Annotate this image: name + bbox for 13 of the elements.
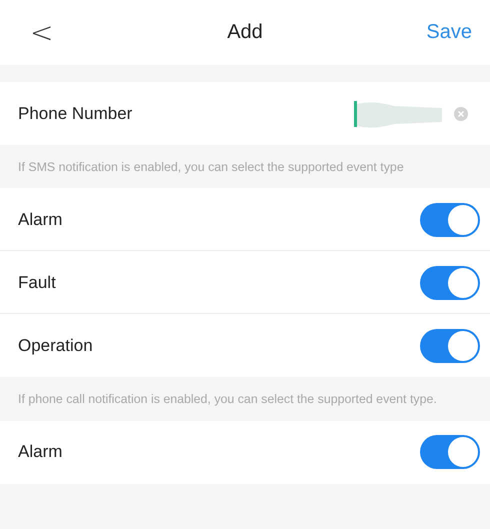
option-label: Fault [18, 272, 56, 293]
field-label: Phone Number [18, 104, 132, 124]
back-button[interactable]: < [22, 16, 62, 49]
hint-text: If phone call notification is enabled, you can select the supported event type. [17, 391, 438, 408]
option-label: Alarm [18, 210, 62, 230]
toggle-switch[interactable] [420, 435, 480, 470]
page-title: Add [227, 21, 263, 44]
option-label: Alarm [18, 442, 62, 462]
hint-text: If SMS notification is enabled, you can select the supported event type [17, 159, 405, 176]
option-label: Operation [18, 336, 93, 356]
toggle-switch[interactable] [420, 202, 480, 237]
toggle-switch[interactable] [420, 328, 480, 363]
toggle-switch[interactable] [420, 266, 480, 300]
